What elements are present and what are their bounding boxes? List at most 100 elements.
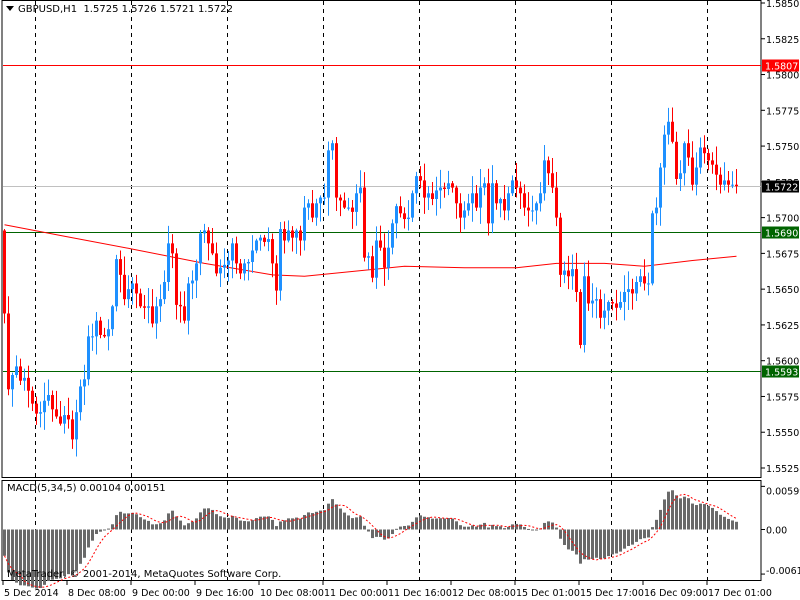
macd-bar xyxy=(511,524,514,530)
bear-candle xyxy=(143,306,146,308)
bear-candle xyxy=(291,230,294,238)
price-level-label: 1.5722 xyxy=(765,183,798,194)
macd-bar xyxy=(171,510,174,530)
bull-candle xyxy=(259,237,262,241)
bear-candle xyxy=(551,173,554,188)
macd-bar xyxy=(287,518,290,530)
macd-bar xyxy=(659,509,662,530)
bull-candle xyxy=(623,292,626,303)
bull-candle xyxy=(11,375,14,390)
macd-bar xyxy=(431,518,434,530)
time-tick-label: 17 Dec 01:00 xyxy=(708,588,772,599)
bear-candle xyxy=(527,207,530,211)
price-tick-label: 1.5850 xyxy=(766,0,799,10)
macd-bar xyxy=(523,526,526,530)
macd-bar xyxy=(571,529,574,551)
bull-candle xyxy=(583,276,586,345)
macd-bar xyxy=(331,499,334,530)
bear-candle xyxy=(443,187,446,189)
bull-candle xyxy=(635,282,638,294)
dropdown-triangle-icon[interactable] xyxy=(6,6,14,11)
price-tick-label: 1.5550 xyxy=(766,428,799,439)
macd-bar xyxy=(567,529,570,550)
macd-bar xyxy=(495,526,498,530)
bear-candle xyxy=(687,143,690,158)
time-tick-label: 15 Dec 17:00 xyxy=(580,588,644,599)
bull-candle xyxy=(203,230,206,234)
macd-bar xyxy=(371,529,374,539)
macd-bar xyxy=(451,518,454,530)
bull-candle xyxy=(83,379,86,387)
bull-candle xyxy=(535,203,538,211)
bull-candle xyxy=(95,320,98,337)
bull-candle xyxy=(279,229,282,291)
macd-bar xyxy=(399,526,402,530)
bull-candle xyxy=(663,134,666,168)
macd-bar xyxy=(507,526,510,530)
macd-bar xyxy=(727,518,730,530)
macd-bar xyxy=(731,520,734,530)
macd-bar xyxy=(467,526,470,530)
bear-candle xyxy=(235,243,238,264)
time-tick-label: 5 Dec 2014 xyxy=(4,588,59,599)
macd-bar xyxy=(715,511,718,530)
bull-candle xyxy=(607,302,610,311)
macd-bar xyxy=(471,525,474,530)
bear-candle xyxy=(715,164,718,175)
macd-bar xyxy=(587,529,590,560)
macd-bar xyxy=(527,528,530,530)
bull-candle xyxy=(355,193,358,212)
bull-candle xyxy=(655,207,658,214)
macd-bar xyxy=(603,529,606,559)
bear-candle xyxy=(487,183,490,224)
bear-candle xyxy=(31,390,34,404)
bear-candle xyxy=(363,187,366,258)
time-tick-label: 11 Dec 00:00 xyxy=(324,588,388,599)
bull-candle xyxy=(439,187,442,191)
bull-candle xyxy=(731,184,734,186)
macd-bar xyxy=(67,529,70,575)
bear-candle xyxy=(575,269,578,293)
bear-candle xyxy=(123,274,126,300)
macd-bar xyxy=(359,516,362,530)
bear-candle xyxy=(211,243,214,254)
bear-candle xyxy=(519,187,522,194)
bear-candle xyxy=(339,197,342,201)
macd-bar xyxy=(655,519,658,530)
bull-candle xyxy=(411,193,414,218)
bull-candle xyxy=(107,329,110,337)
bear-candle xyxy=(615,303,618,308)
bear-candle xyxy=(239,263,242,274)
bull-candle xyxy=(539,193,542,204)
bull-candle xyxy=(187,283,190,321)
bull-candle xyxy=(227,260,230,265)
macd-bar xyxy=(271,519,274,530)
price-tick-label: 1.5675 xyxy=(766,249,799,260)
macd-bar xyxy=(503,528,506,530)
bear-candle xyxy=(451,183,454,188)
macd-bar xyxy=(707,505,710,530)
bull-candle xyxy=(571,269,574,277)
macd-bar xyxy=(307,512,310,530)
macd-bar xyxy=(351,518,354,530)
macd-bar xyxy=(363,525,366,530)
macd-bar xyxy=(599,529,602,560)
price-chart[interactable]: 1.58501.58251.58001.57751.57501.57251.57… xyxy=(0,0,800,600)
bear-candle xyxy=(299,230,302,241)
macd-bar xyxy=(275,526,278,530)
bull-candle xyxy=(511,180,514,194)
macd-bar xyxy=(299,518,302,530)
bull-candle xyxy=(367,256,370,258)
macd-bar xyxy=(439,518,442,530)
bull-candle xyxy=(79,386,82,413)
bull-candle xyxy=(491,183,494,224)
macd-bar xyxy=(123,513,126,530)
macd-bar xyxy=(459,525,462,530)
price-tick-label: 1.5650 xyxy=(766,285,799,296)
macd-bar xyxy=(395,528,398,530)
bull-candle xyxy=(63,415,66,424)
time-tick-label: 8 Dec 08:00 xyxy=(68,588,126,599)
bull-candle xyxy=(471,193,474,204)
bull-candle xyxy=(679,173,682,179)
price-tick-label: 1.5575 xyxy=(766,392,799,403)
